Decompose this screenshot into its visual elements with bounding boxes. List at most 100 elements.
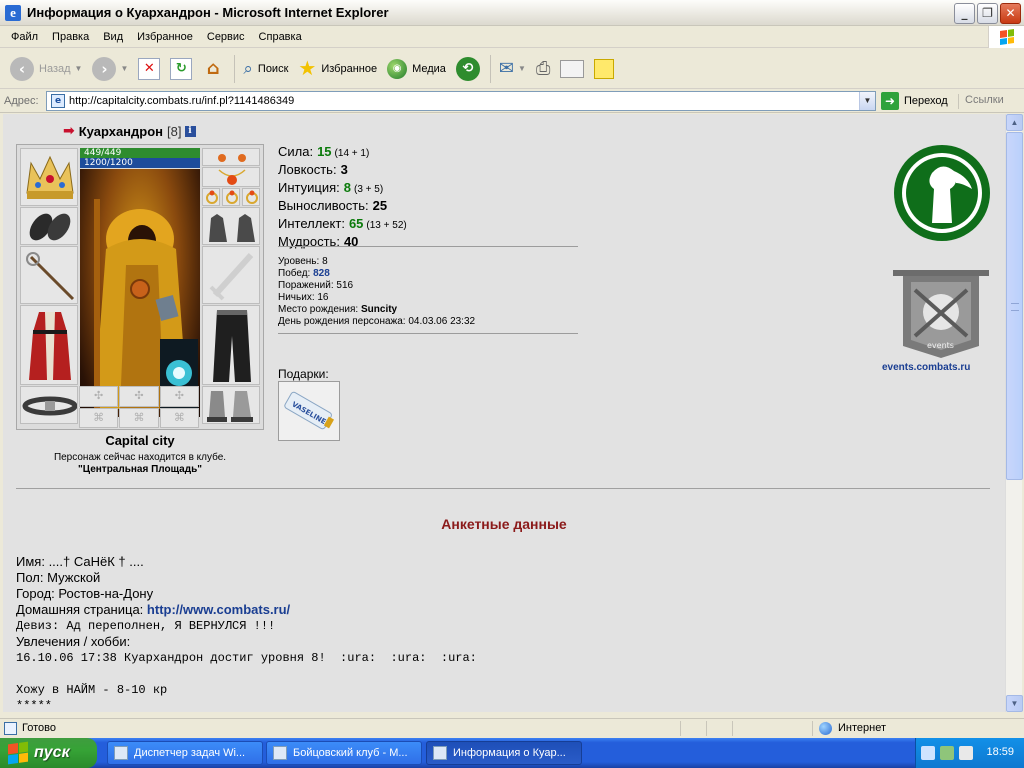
menu-view[interactable]: Вид	[96, 31, 130, 43]
profile-hobby-line: *****	[16, 699, 53, 712]
security-icon[interactable]	[940, 746, 954, 760]
pocket-slot[interactable]: ⌘	[119, 407, 159, 428]
network-icon[interactable]	[921, 746, 935, 760]
gift-item[interactable]: VASELINE	[278, 381, 340, 441]
gloves-slot[interactable]	[202, 207, 260, 245]
pocket-slot[interactable]: ✣	[119, 386, 159, 407]
club-location: "Центральная Площадь"	[78, 464, 202, 475]
menu-edit[interactable]: Правка	[45, 31, 96, 43]
address-dropdown-icon[interactable]: ▼	[859, 92, 875, 110]
menu-file[interactable]: Файл	[4, 31, 45, 43]
pocket-slot[interactable]: ✣	[159, 386, 199, 407]
info-icon[interactable]: i	[184, 125, 196, 137]
taskbar-item[interactable]: Диспетчер задач Wi...	[107, 741, 263, 765]
go-arrow-icon: ➜	[881, 92, 899, 110]
mail-button[interactable]: ✉ ▼	[495, 53, 530, 85]
zone-text: Интернет	[838, 722, 886, 734]
home-button[interactable]: ⌂	[198, 53, 228, 85]
character-avatar[interactable]	[80, 169, 200, 417]
forward-button[interactable]: › ▼	[88, 53, 132, 85]
stat-agility: Ловкость: 3	[278, 162, 348, 177]
address-label: Адрес:	[4, 95, 39, 107]
clan-emblem[interactable]	[892, 143, 992, 243]
ring-slot-2[interactable]	[222, 188, 240, 206]
forward-arrow-icon: ›	[92, 56, 117, 81]
address-input[interactable]: e http://capitalcity.combats.ru/inf.pl?1…	[46, 91, 876, 111]
boots-icon	[207, 391, 253, 422]
scroll-up-button[interactable]: ▲	[1006, 114, 1023, 131]
svg-text:events: events	[927, 341, 954, 350]
start-button[interactable]: пуск	[0, 738, 97, 768]
info-birthplace: Место рождения: Suncity	[278, 304, 398, 315]
volume-icon[interactable]	[959, 746, 973, 760]
restore-button[interactable]: ❐	[977, 3, 998, 24]
earrings-slot[interactable]	[202, 148, 260, 166]
helmet-slot[interactable]	[20, 148, 78, 206]
ring-slot-3[interactable]	[242, 188, 260, 206]
search-button[interactable]: ⌕ Поиск	[239, 53, 292, 85]
pocket-slot[interactable]: ⌘	[79, 407, 119, 428]
mana-bar: 1200/1200	[80, 158, 200, 168]
armor-slot[interactable]	[20, 305, 78, 385]
amulet-slot[interactable]	[202, 167, 260, 187]
robe-icon	[29, 312, 71, 380]
media-globe-icon: ◉	[387, 58, 408, 79]
system-tray: 18:59	[915, 738, 1024, 768]
weapon-slot[interactable]	[20, 246, 78, 304]
media-button[interactable]: ◉ Медиа	[383, 53, 450, 85]
windows-flag-icon	[8, 741, 28, 765]
scroll-thumb[interactable]	[1006, 132, 1023, 480]
vertical-scrollbar[interactable]: ▲ ▼	[1005, 114, 1023, 712]
status-separator	[680, 721, 681, 736]
bracers-slot[interactable]	[20, 207, 78, 245]
favorites-button[interactable]: ★ Избранное	[294, 53, 381, 85]
forward-dropdown-icon[interactable]: ▼	[120, 64, 128, 73]
edit-button[interactable]	[556, 53, 588, 85]
mail-icon: ✉	[498, 58, 515, 78]
pocket-slot[interactable]: ✣	[79, 386, 119, 407]
events-banner[interactable]: events	[889, 266, 993, 362]
address-url[interactable]: http://capitalcity.combats.ru/inf.pl?114…	[69, 95, 294, 107]
minimize-button[interactable]: _	[954, 3, 975, 24]
history-button[interactable]: ⟲	[452, 53, 484, 85]
stop-button[interactable]: ✕	[134, 53, 164, 85]
print-button[interactable]: ⎙	[532, 53, 554, 85]
ring-icon	[226, 190, 238, 204]
profile-section-title: Анкетные данные	[441, 516, 567, 532]
pants-slot[interactable]	[202, 305, 260, 385]
boots-slot[interactable]	[202, 386, 260, 424]
back-dropdown-icon[interactable]: ▼	[75, 64, 83, 73]
messenger-button[interactable]	[590, 53, 618, 85]
ring-icon	[246, 190, 258, 204]
scroll-down-button[interactable]: ▼	[1006, 695, 1023, 712]
taskbar-item[interactable]: Бойцовский клуб - M...	[266, 741, 422, 765]
links-button[interactable]: Ссылки	[958, 94, 1004, 109]
back-button[interactable]: ‹ Назад ▼	[6, 53, 86, 85]
arrow-right-icon[interactable]: ➡	[63, 123, 75, 139]
go-button[interactable]: ➜ Переход	[881, 92, 948, 110]
status-separator	[732, 721, 733, 736]
profile-hobby-label: Увлечения / хобби:	[16, 634, 131, 649]
homepage-link[interactable]: http://www.combats.ru/	[147, 602, 290, 617]
menu-tools[interactable]: Сервис	[200, 31, 252, 43]
shield-slot[interactable]	[202, 246, 260, 304]
ring-slot-1[interactable]	[202, 188, 220, 206]
profile-homepage: Домашняя страница: http://www.combats.ru…	[16, 602, 291, 617]
pants-icon	[213, 310, 251, 382]
mail-dropdown-icon[interactable]: ▼	[518, 64, 526, 73]
status-separator	[706, 721, 707, 736]
back-arrow-icon: ‹	[10, 56, 34, 81]
stat-intuition: Интуиция: 8 (3 + 5)	[278, 180, 384, 195]
events-link[interactable]: events.combats.ru	[882, 362, 970, 373]
refresh-button[interactable]: ↻	[166, 53, 196, 85]
gloves-icon	[209, 214, 255, 242]
stat-endurance: Выносливость: 25	[278, 198, 388, 213]
pocket-slot[interactable]: ⌘	[159, 407, 199, 428]
menu-favorites[interactable]: Избранное	[130, 31, 200, 43]
menu-help[interactable]: Справка	[252, 31, 309, 43]
profile-sex: Пол: Мужской	[16, 570, 101, 585]
close-button[interactable]: ✕	[1000, 3, 1021, 24]
taskbar-item-active[interactable]: Информация о Куар...	[426, 741, 582, 765]
belt-slot[interactable]	[20, 386, 78, 424]
info-divider	[278, 333, 578, 334]
